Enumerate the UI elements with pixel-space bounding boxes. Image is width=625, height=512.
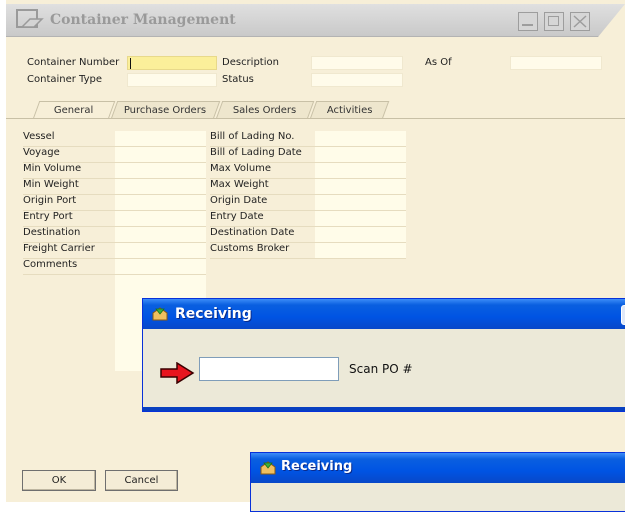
tab-purchase-orders-label: Purchase Orders <box>124 105 207 116</box>
tab-divider <box>6 118 625 119</box>
receiving-dialog-title: Receiving <box>175 306 252 322</box>
field-label-bill-of-lading-no-: Bill of Lading No. <box>210 131 295 142</box>
window-title: Container Management <box>50 12 236 28</box>
field-label-min-weight: Min Weight <box>23 179 79 190</box>
field-label-comments: Comments <box>23 259 78 270</box>
maximize-icon <box>548 16 559 26</box>
receiving-app-icon <box>152 307 168 321</box>
tab-sales-orders-label: Sales Orders <box>233 105 297 116</box>
field-label-destination-date: Destination Date <box>210 227 295 238</box>
tab-general[interactable]: General <box>32 101 116 119</box>
scan-po-input[interactable] <box>199 357 339 381</box>
tab-sales-orders[interactable]: Sales Orders <box>215 101 315 119</box>
red-arrow-icon <box>160 362 195 384</box>
cancel-button[interactable]: Cancel <box>105 470 178 491</box>
close-icon <box>573 15 587 28</box>
row-divider <box>210 258 406 259</box>
receiving-app-icon <box>260 461 276 475</box>
field-label-entry-port: Entry Port <box>23 211 73 222</box>
field-label-vessel: Vessel <box>23 131 55 142</box>
dialog-close-button[interactable] <box>621 305 625 325</box>
tab-activities-label: Activities <box>326 105 373 116</box>
container-number-label: Container Number <box>27 57 120 68</box>
field-label-max-weight: Max Weight <box>210 179 269 190</box>
window-form-icon <box>16 9 44 28</box>
tab-purchase-orders[interactable]: Purchase Orders <box>110 101 221 119</box>
field-label-max-volume: Max Volume <box>210 163 272 174</box>
field-label-origin-date: Origin Date <box>210 195 268 206</box>
status-label: Status <box>222 74 254 85</box>
tab-activities[interactable]: Activities <box>309 101 390 119</box>
row-divider <box>23 274 206 275</box>
receiving-dialog-2-titlebar[interactable]: Receiving <box>251 453 625 483</box>
container-type-field[interactable] <box>127 73 217 87</box>
field-label-bill-of-lading-date: Bill of Lading Date <box>210 147 302 158</box>
field-label-destination: Destination <box>23 227 81 238</box>
container-type-label: Container Type <box>27 74 103 85</box>
tab-general-label: General <box>54 105 94 116</box>
field-label-min-volume: Min Volume <box>23 163 82 174</box>
description-field[interactable] <box>311 56 403 70</box>
field-label-freight-carrier: Freight Carrier <box>23 243 95 254</box>
receiving-dialog-bottom-border <box>143 407 625 411</box>
close-button[interactable] <box>570 12 590 31</box>
description-label: Description <box>222 57 279 68</box>
receiving-dialog-2: Receiving <box>250 452 625 512</box>
receiving-dialog-titlebar[interactable]: Receiving <box>143 299 625 329</box>
maximize-button[interactable] <box>544 12 564 31</box>
receiving-dialog-2-title: Receiving <box>281 459 353 474</box>
status-field[interactable] <box>311 73 403 87</box>
minimize-icon <box>522 24 533 26</box>
as-of-label: As Of <box>425 57 452 68</box>
field-label-customs-broker: Customs Broker <box>210 243 290 254</box>
title-bar-corner <box>598 4 625 37</box>
receiving-dialog: Receiving Scan PO # <box>142 298 625 412</box>
field-label-voyage: Voyage <box>23 147 60 158</box>
title-bar[interactable]: Container Management <box>6 4 625 37</box>
container-management-window: Container Management Container Number Co… <box>6 0 625 502</box>
scan-po-label: Scan PO # <box>349 362 413 376</box>
minimize-button[interactable] <box>518 12 538 31</box>
container-number-field[interactable] <box>127 56 217 70</box>
ok-button[interactable]: OK <box>22 470 96 491</box>
field-label-origin-port: Origin Port <box>23 195 77 206</box>
field-label-entry-date: Entry Date <box>210 211 264 222</box>
right-values-column[interactable] <box>315 131 406 259</box>
text-caret <box>130 58 131 69</box>
as-of-field[interactable] <box>510 56 602 70</box>
